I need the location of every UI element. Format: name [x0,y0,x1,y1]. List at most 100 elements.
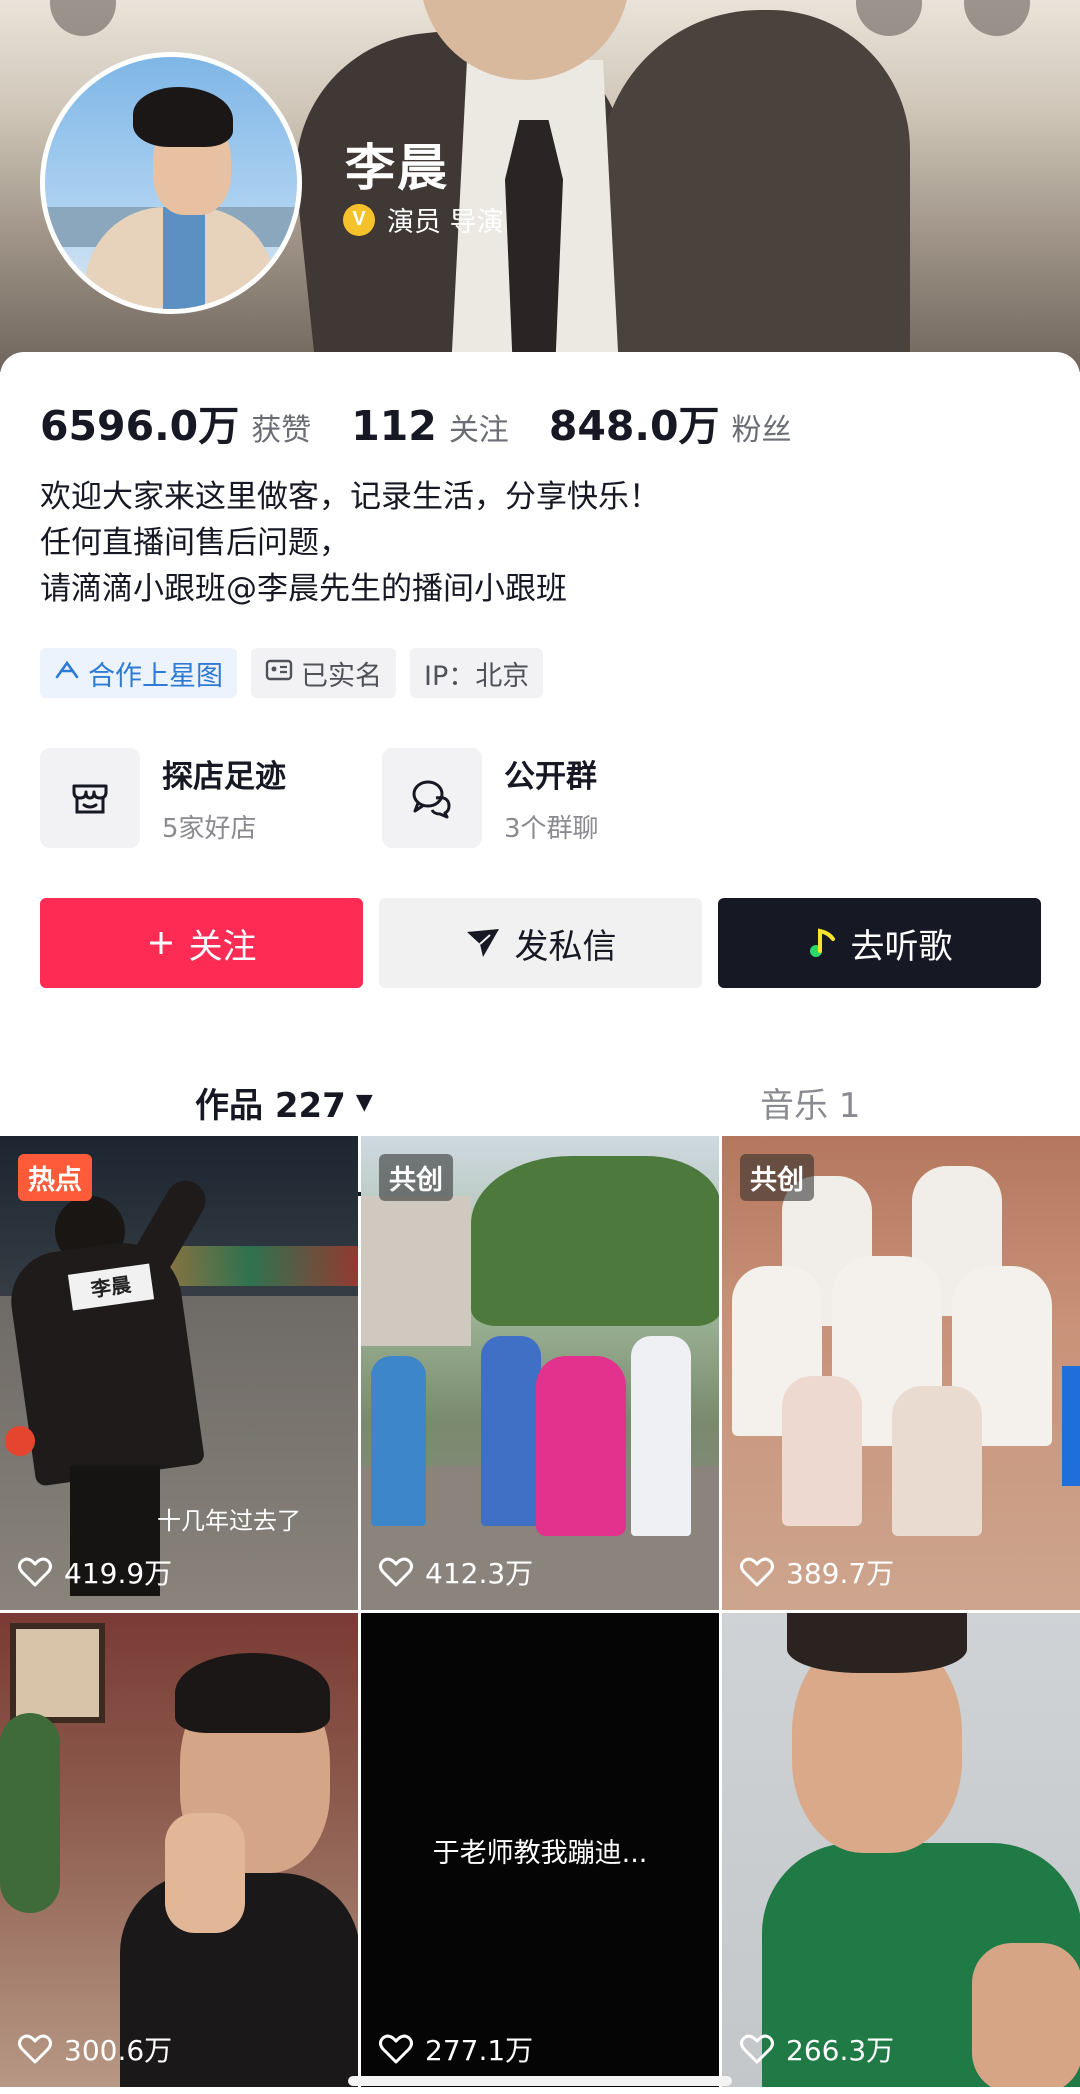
tag-label: 合作上星图 [88,660,223,692]
like-value: 419.9万 [64,1557,173,1590]
dancer [631,1336,691,1536]
bio-line: 任何直播间售后问题， [40,525,350,561]
cover-tie [505,120,563,372]
home-indicator[interactable] [348,2076,732,2086]
video-grid: 李晨 热点 十几年过去了 419.9万 共创 412.3万 共创 389.7万 … [0,1136,1080,2087]
heart-icon [740,1557,774,1587]
like-value: 277.1万 [425,2034,534,2067]
tag-row: 合作上星图 已实名 IP：北京 [40,648,557,698]
profile-name: 李晨 [345,139,449,197]
video-caption: 十几年过去了 [157,1507,301,1535]
entry-shop-visits[interactable]: 探店足迹 5家好店 [40,748,382,848]
heart-icon [740,2034,774,2064]
id-card-icon [265,658,293,689]
verified-icon: V [343,203,375,236]
tag-real-name[interactable]: 已实名 [251,648,396,698]
person-arm [972,1943,1080,2087]
heart-icon [379,2034,413,2064]
bio-line: 请滴滴小跟班@李晨先生的播间小跟班 [40,571,567,607]
avatar-hair [133,87,233,147]
dancer-pink [536,1356,626,1536]
more-button[interactable] [964,0,1030,36]
person-hand [165,1813,245,1933]
trees [471,1156,719,1326]
follow-button[interactable]: 关注 [40,898,363,988]
entry-text: 探店足迹 5家好店 [162,751,286,845]
video-tile[interactable]: 266.3万 [722,1613,1080,2087]
entries-row: 探店足迹 5家好店 公开群 3个群聊 [40,748,724,848]
like-count: 266.3万 [740,2029,894,2069]
co-create-badge: 共创 [740,1154,814,1201]
like-count: 300.6万 [18,2029,172,2069]
person-hair [787,1613,967,1673]
tab-label: 作品 227 [195,1085,346,1126]
like-value: 300.6万 [64,2034,173,2067]
bio-line: 欢迎大家来这里做客，记录生活，分享快乐！ [40,479,660,515]
like-count: 412.3万 [379,1552,533,1592]
message-button[interactable]: 发私信 [379,898,702,988]
entry-text: 公开群 3个群聊 [504,751,599,845]
send-icon [465,927,501,959]
plus-icon [147,929,175,957]
stat-value: 6596.0万 [40,402,240,450]
stat-label: 获赞 [251,413,312,448]
music-note-icon [807,927,837,959]
plant [0,1713,60,1913]
video-tile[interactable]: 共创 412.3万 [361,1136,719,1610]
entry-subtitle: 3个群聊 [504,814,599,844]
stat-label: 关注 [448,413,509,448]
chat-bubbles-icon [382,748,482,848]
blue-sign [1062,1366,1080,1486]
heart-icon [18,1557,52,1587]
heart-icon [18,2034,52,2064]
avatar-shirt [163,207,205,309]
cover-suit [600,10,910,372]
dancer [481,1336,541,1526]
hot-badge: 热点 [18,1154,92,1201]
co-create-badge: 共创 [379,1154,453,1201]
like-value: 266.3万 [786,2034,895,2067]
heart-icon [379,1557,413,1587]
tag-ip: IP：北京 [410,648,544,698]
dancer [371,1356,426,1526]
video-caption: 于老师教我蹦迪... [432,1838,648,1869]
entry-public-groups[interactable]: 公开群 3个群聊 [382,748,724,848]
verification: V 演员 导演 [343,200,504,239]
stat-value: 112 [351,402,437,450]
video-tile[interactable]: 共创 389.7万 [722,1136,1080,1610]
entry-title: 公开群 [504,759,597,795]
tag-label: IP：北京 [424,660,530,692]
search-button[interactable] [856,0,922,36]
message-label: 发私信 [514,926,617,967]
name-patch-text: 李晨 [89,1272,133,1302]
stats-row: 6596.0万 获赞 112 关注 848.0万 粉丝 [40,392,832,452]
stat-label: 粉丝 [731,413,792,448]
tab-label: 音乐 1 [760,1085,861,1126]
stat-followers[interactable]: 848.0万 粉丝 [549,392,792,452]
video-tile[interactable]: 于老师教我蹦迪... 277.1万 [361,1613,719,2087]
like-count: 277.1万 [379,2029,533,2069]
music-label: 去听歌 [850,926,953,967]
entry-subtitle: 5家好店 [162,814,257,844]
red-balloon [5,1426,35,1456]
back-button[interactable] [50,0,116,36]
wall-picture [10,1623,105,1723]
entry-title: 探店足迹 [162,759,286,795]
bio: 欢迎大家来这里做客，记录生活，分享快乐！ 任何直播间售后问题， 请滴滴小跟班@李… [40,474,660,612]
like-count: 389.7万 [740,1552,894,1592]
caret-down-icon[interactable]: ▼ [356,1090,373,1115]
stat-likes[interactable]: 6596.0万 获赞 [40,392,311,452]
stat-following[interactable]: 112 关注 [351,402,509,450]
tag-label: 已实名 [301,660,382,692]
avatar[interactable] [40,52,302,314]
stat-value: 848.0万 [548,402,720,450]
verification-text: 演员 导演 [387,207,504,238]
follow-label: 关注 [188,926,257,967]
video-tile[interactable]: 300.6万 [0,1613,358,2087]
tag-star-map[interactable]: 合作上星图 [40,648,237,698]
video-tile[interactable]: 李晨 热点 十几年过去了 419.9万 [0,1136,358,1610]
like-value: 389.7万 [786,1557,895,1590]
building [361,1196,471,1346]
like-value: 412.3万 [425,1557,534,1590]
listen-music-button[interactable]: 去听歌 [718,898,1041,988]
